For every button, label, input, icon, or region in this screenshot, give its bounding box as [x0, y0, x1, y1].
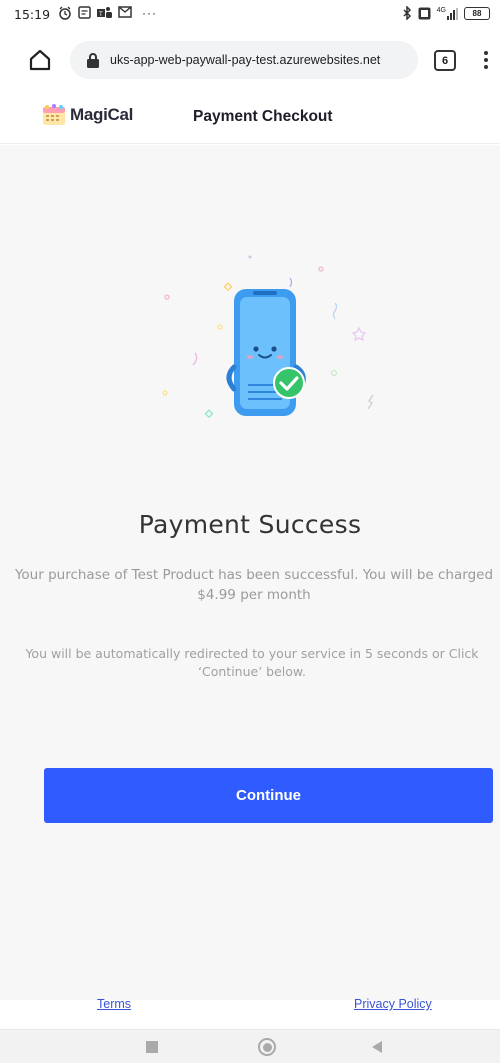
home-nav-icon[interactable]	[258, 1038, 276, 1056]
gmail-icon	[118, 6, 132, 18]
address-bar[interactable]: uks-app-web-paywall-pay-test.azurewebsit…	[70, 41, 418, 79]
check-badge-icon	[273, 367, 305, 399]
recents-icon[interactable]	[146, 1041, 158, 1053]
back-icon[interactable]	[372, 1041, 382, 1053]
status-bar: 15:19 T ··· 4G 88	[0, 0, 500, 30]
calendar-logo-icon	[43, 104, 65, 125]
note-icon	[78, 6, 91, 19]
alarm-icon	[59, 6, 71, 20]
brand-name: MagiCal	[70, 105, 134, 124]
signal-icon: 4G	[437, 7, 458, 20]
redirect-message: You will be automatically redirected to …	[25, 646, 479, 679]
brand-logo[interactable]: MagiCal	[42, 104, 133, 126]
app-header: MagiCal Payment Checkout	[0, 90, 500, 144]
page-title: Payment Checkout	[193, 108, 333, 125]
battery-icon: 88	[464, 6, 490, 20]
network-type: 4G	[436, 6, 446, 14]
volte-icon	[418, 7, 431, 19]
terms-link[interactable]: Terms	[97, 997, 131, 1011]
success-title: Payment Success	[138, 510, 362, 539]
main-content: Payment Success Your purchase of Test Pr…	[0, 145, 500, 1011]
status-time: 15:19	[14, 7, 51, 22]
lock-icon	[87, 53, 99, 68]
home-icon[interactable]	[28, 48, 52, 72]
system-icons: 4G 88	[402, 6, 490, 20]
system-nav-bar	[0, 1029, 500, 1063]
browser-toolbar: uks-app-web-paywall-pay-test.azurewebsit…	[0, 30, 500, 90]
continue-button[interactable]: Continue	[44, 768, 493, 823]
more-icon: ···	[142, 6, 157, 20]
privacy-policy-link[interactable]: Privacy Policy	[354, 997, 432, 1011]
teams-icon: T	[97, 7, 112, 18]
bluetooth-icon	[403, 6, 411, 20]
url-text: uks-app-web-paywall-pay-test.azurewebsit…	[110, 53, 381, 67]
notification-icons: T ···	[58, 6, 157, 20]
success-phone-illustration	[162, 255, 374, 419]
success-message: Your purchase of Test Product has been s…	[14, 567, 494, 603]
svg-text:T: T	[98, 11, 103, 18]
browser-menu-icon[interactable]	[478, 46, 494, 74]
tab-switcher-button[interactable]: 6	[434, 50, 456, 71]
